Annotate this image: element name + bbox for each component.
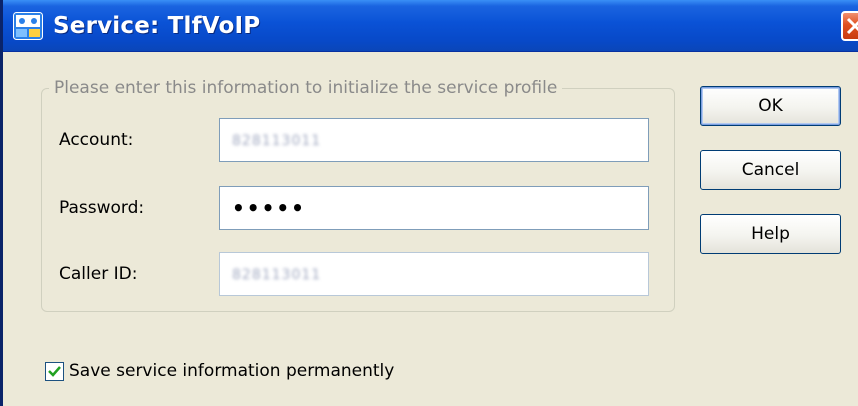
save-permanently-checkbox[interactable] — [45, 362, 64, 381]
checkmark-icon — [48, 366, 61, 377]
account-field[interactable]: 828113011 — [219, 118, 649, 162]
caller-id-field[interactable]: 828113011 — [219, 252, 649, 296]
close-button[interactable] — [841, 11, 858, 41]
title-bar[interactable]: Service: TlfVoIP — [3, 0, 858, 52]
close-icon — [846, 17, 858, 35]
service-dialog: Service: TlfVoIP Please enter this infor… — [0, 0, 858, 406]
account-label: Account: — [59, 130, 134, 150]
caller-id-label: Caller ID: — [59, 264, 138, 284]
help-button[interactable]: Help — [700, 214, 841, 254]
save-permanently-label[interactable]: Save service information permanently — [69, 359, 394, 383]
cancel-button[interactable]: Cancel — [700, 150, 841, 190]
caller-id-value: 828113011 — [232, 267, 322, 283]
password-value: ••••• — [232, 196, 306, 220]
ok-button[interactable]: OK — [700, 86, 841, 126]
password-label: Password: — [59, 198, 145, 218]
window-title: Service: TlfVoIP — [53, 13, 261, 39]
password-field[interactable]: ••••• — [219, 186, 649, 230]
group-legend: Please enter this information to initial… — [49, 76, 563, 100]
account-value: 828113011 — [232, 133, 322, 149]
service-app-icon — [13, 12, 43, 40]
